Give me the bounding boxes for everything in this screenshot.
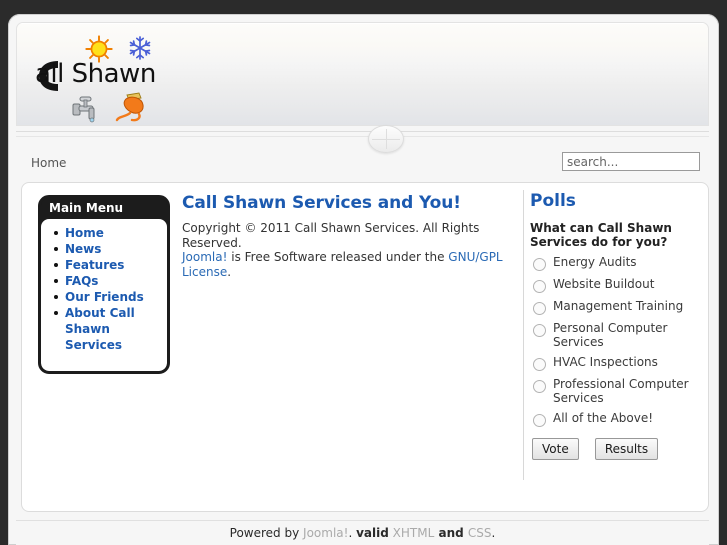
footer-separator-text: .	[348, 526, 357, 540]
poll-options-list: Energy Audits Website Buildout Managemen…	[530, 255, 700, 427]
poll-option-label: All of the Above!	[553, 411, 654, 425]
poll-option-energy-audits[interactable]: Energy Audits	[530, 255, 700, 271]
poll-option-website-buildout[interactable]: Website Buildout	[530, 277, 700, 293]
faucet-icon	[72, 96, 95, 123]
radio-icon[interactable]	[533, 258, 546, 271]
radio-icon[interactable]	[533, 280, 546, 293]
copyright-text: Copyright © 2011 Call Shawn Services. Al…	[182, 221, 480, 250]
page-shell: all Shawn Home search... Main Menu Home …	[8, 14, 719, 545]
sidebar-item-home[interactable]: Home	[54, 225, 167, 241]
main-menu-body: Home News Features FAQs Our Friends Abou…	[41, 219, 167, 371]
browser-dark-frame: all Shawn Home search... Main Menu Home …	[0, 0, 727, 545]
sidebar-item-faqs[interactable]: FAQs	[54, 273, 167, 289]
sidebar-item-our-friends[interactable]: Our Friends	[54, 289, 167, 305]
nav-row: Home	[16, 144, 709, 182]
poll-buttons: Vote Results	[530, 438, 700, 460]
radio-icon[interactable]	[533, 414, 546, 427]
column-separator	[523, 190, 524, 480]
radio-icon[interactable]	[533, 302, 546, 315]
poll-question: What can Call Shawn Services do for you?	[530, 221, 672, 249]
footer-css-link[interactable]: CSS	[468, 526, 492, 540]
site-footer: Powered by Joomla!. valid XHTML and CSS.	[16, 521, 709, 545]
poll-option-label: Management Training	[553, 299, 684, 313]
poll-option-management-training[interactable]: Management Training	[530, 299, 700, 315]
site-header: all Shawn	[16, 22, 709, 126]
header-divider-line-secondary	[16, 136, 709, 137]
polls-module: Polls What can Call Shawn Services do fo…	[530, 191, 700, 460]
site-logo[interactable]: all Shawn	[29, 29, 169, 125]
poll-option-professional-computer-services[interactable]: Professional Computer Services	[530, 377, 700, 405]
site-logo-wordmark: all Shawn	[35, 59, 156, 89]
header-divider-knob-icon	[368, 125, 404, 153]
radio-icon[interactable]	[533, 358, 546, 371]
sidebar-item-news[interactable]: News	[54, 241, 167, 257]
poll-option-all-of-the-above[interactable]: All of the Above!	[530, 411, 700, 427]
content-card: Main Menu Home News Features FAQs Our Fr…	[21, 182, 709, 512]
sidebar-item-features[interactable]: Features	[54, 257, 167, 273]
header-top-rule	[17, 23, 708, 24]
footer-and-text: and	[434, 526, 468, 540]
radio-icon[interactable]	[533, 324, 546, 337]
footer-valid-text: valid	[356, 526, 389, 540]
radio-icon[interactable]	[533, 380, 546, 393]
poll-option-label: Professional Computer Services	[553, 377, 689, 405]
sidebar-item-about-call-shawn-services[interactable]: About Call Shawn Services	[54, 305, 167, 353]
poll-option-label: Energy Audits	[553, 255, 637, 269]
poll-option-label: Website Buildout	[553, 277, 655, 291]
electrical-plug-icon	[115, 92, 144, 122]
results-button[interactable]: Results	[594, 438, 659, 460]
footer-period-text: .	[491, 526, 496, 540]
poll-option-label: HVAC Inspections	[553, 355, 658, 369]
license-middle-text: is Free Software released under the	[227, 250, 449, 264]
search-input[interactable]	[562, 152, 700, 171]
footer-joomla-link[interactable]: Joomla!	[303, 526, 348, 540]
page-title: Call Shawn Services and You!	[182, 193, 461, 213]
vote-button[interactable]: Vote	[532, 438, 579, 460]
license-suffix-text: .	[227, 264, 232, 279]
main-menu-title: Main Menu	[41, 198, 167, 219]
poll-option-label: Personal Computer Services	[553, 321, 668, 349]
joomla-link[interactable]: Joomla!	[182, 250, 227, 264]
footer-xhtml-link[interactable]: XHTML	[393, 526, 435, 540]
polls-title: Polls	[530, 191, 576, 211]
article-column: Call Shawn Services and You! Copyright ©…	[182, 193, 512, 279]
poll-option-hvac-inspections[interactable]: HVAC Inspections	[530, 355, 700, 371]
footer-powered-by-text: Powered by	[229, 526, 304, 540]
main-menu-list: Home News Features FAQs Our Friends Abou…	[41, 225, 167, 353]
article-body: Copyright © 2011 Call Shawn Services. Al…	[182, 221, 512, 279]
main-menu-module: Main Menu Home News Features FAQs Our Fr…	[38, 195, 170, 374]
snowflake-icon	[129, 36, 151, 60]
header-divider-line	[16, 131, 709, 132]
breadcrumb[interactable]: Home	[31, 156, 66, 170]
poll-option-personal-computer-services[interactable]: Personal Computer Services	[530, 321, 700, 349]
